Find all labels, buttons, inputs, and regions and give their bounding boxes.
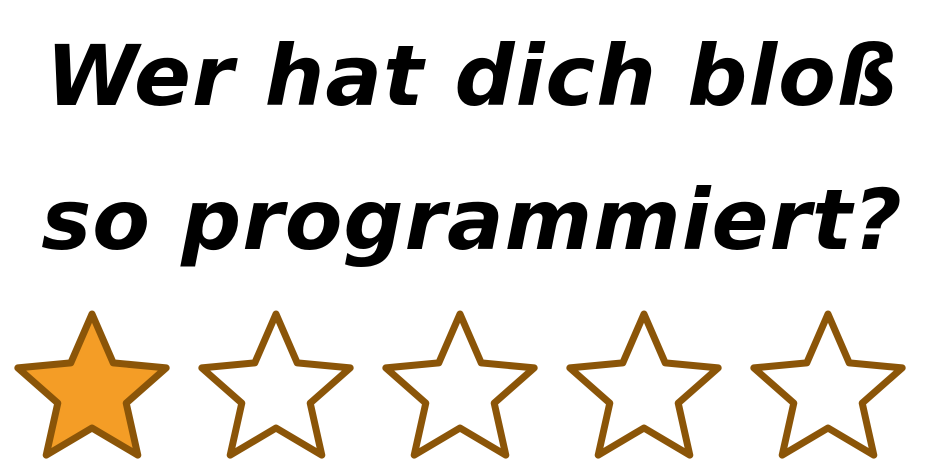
star-empty-icon	[382, 310, 538, 459]
star-empty-icon	[198, 310, 354, 459]
star-empty-icon	[566, 310, 722, 459]
headline-line-1: Wer hat dich bloß	[45, 27, 899, 125]
star-rating	[14, 308, 928, 468]
star-filled-icon	[14, 310, 170, 459]
star-empty-icon	[750, 310, 906, 459]
star-rating-graphic	[14, 310, 906, 459]
headline-line-2: so programmiert?	[41, 171, 903, 269]
